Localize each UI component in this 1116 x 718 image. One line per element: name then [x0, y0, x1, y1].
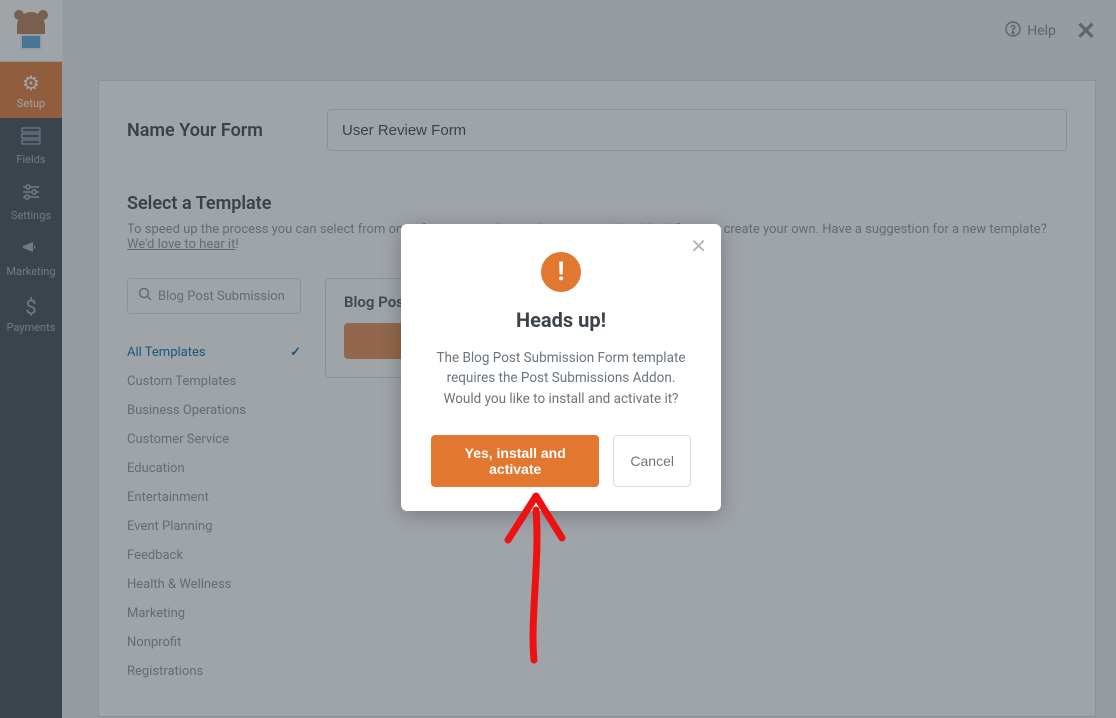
install-activate-button[interactable]: Yes, install and activate — [431, 435, 599, 487]
install-addon-modal: ✕ ! Heads up! The Blog Post Submission F… — [401, 224, 721, 511]
cancel-button[interactable]: Cancel — [613, 435, 691, 487]
modal-text: The Blog Post Submission Form template r… — [431, 348, 691, 409]
modal-close-button[interactable]: ✕ — [690, 234, 707, 258]
modal-buttons: Yes, install and activate Cancel — [431, 435, 691, 487]
warning-icon: ! — [541, 252, 581, 292]
modal-title: Heads up! — [431, 308, 691, 332]
